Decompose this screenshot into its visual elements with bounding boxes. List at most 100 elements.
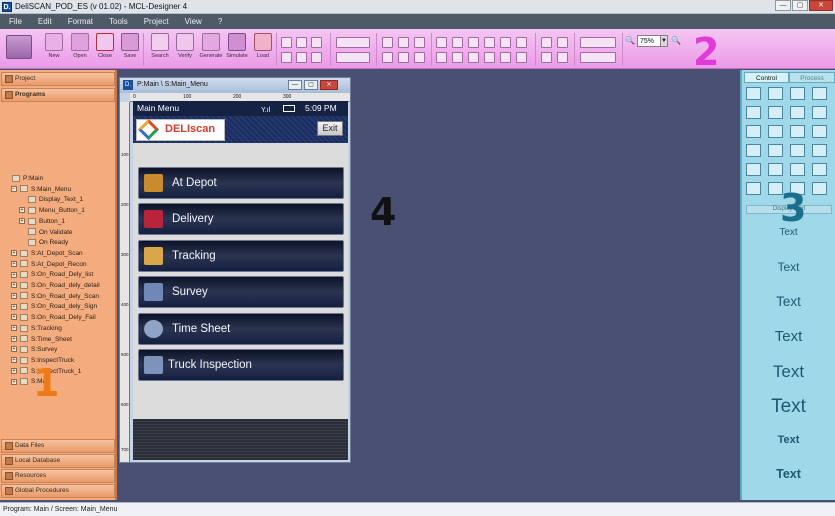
deliscan-logo[interactable]: DELIscan — [136, 118, 225, 141]
table-icon[interactable] — [580, 37, 616, 48]
expander-icon[interactable]: + — [11, 314, 17, 321]
zoom-in-icon[interactable]: 🔍 — [671, 36, 682, 47]
panel-icon[interactable] — [746, 87, 761, 100]
unlock-icon[interactable] — [557, 52, 568, 63]
label-icon[interactable] — [746, 125, 761, 138]
tree-screen-node[interactable]: + S:On_Road_dely_Sign — [11, 302, 97, 312]
undo-icon[interactable] — [281, 52, 292, 63]
menu-button-at-depot[interactable]: At Depot — [138, 167, 344, 199]
minimize-button[interactable]: — — [775, 0, 791, 11]
numeric-icon[interactable] — [812, 125, 827, 138]
align-center-icon[interactable] — [398, 37, 409, 48]
size-height-icon[interactable] — [452, 37, 463, 48]
picture-icon[interactable] — [768, 163, 783, 176]
device-window-titlebar[interactable]: D. P:Main \ S:Main_Menu — ▢ ✕ — [120, 78, 350, 93]
simulate-button[interactable]: Simulate — [223, 32, 251, 67]
close-file-button[interactable]: Close — [91, 32, 119, 67]
tree-screen-node[interactable]: + S:Time_Sheet — [11, 335, 72, 345]
zoom-out-icon[interactable]: 🔍 — [625, 36, 636, 47]
text-style-sample-bold[interactable]: Text — [742, 467, 835, 481]
tree-screen-node[interactable]: + S:At_Depot_Scan — [11, 249, 83, 259]
move-right-icon[interactable] — [452, 52, 463, 63]
menu-format[interactable]: Format — [60, 14, 101, 29]
size-both-icon[interactable] — [468, 37, 479, 48]
list-icon[interactable] — [790, 87, 805, 100]
exit-button[interactable]: Exit — [317, 121, 343, 136]
menu-icon[interactable] — [790, 144, 805, 157]
space-vertical-icon[interactable] — [500, 37, 511, 48]
radio-icon[interactable] — [812, 163, 827, 176]
lock-icon[interactable] — [541, 52, 552, 63]
option-icon[interactable] — [746, 144, 761, 157]
checkbox-icon[interactable] — [768, 125, 783, 138]
move-left-icon[interactable] — [436, 52, 447, 63]
redo-icon[interactable] — [296, 52, 307, 63]
button-icon[interactable] — [768, 87, 783, 100]
align-bottom-icon[interactable] — [414, 52, 425, 63]
menu-project[interactable]: Project — [136, 14, 177, 29]
expander-icon[interactable]: + — [11, 367, 17, 374]
text-style-sample[interactable]: Text — [742, 396, 835, 418]
size-width-icon[interactable] — [436, 37, 447, 48]
expander-icon[interactable]: + — [11, 250, 17, 257]
menu-view[interactable]: View — [177, 14, 210, 29]
align-middle-icon[interactable] — [398, 52, 409, 63]
expander-icon[interactable]: + — [11, 271, 17, 278]
tree-control-node[interactable]: + Menu_Button_1 — [19, 206, 85, 216]
align-group-icon[interactable] — [336, 37, 370, 48]
tree-screen-node[interactable]: + S:Survey — [11, 345, 57, 355]
text-style-sample[interactable]: Text — [742, 227, 835, 238]
new-button[interactable]: New — [40, 32, 68, 67]
expander-icon[interactable]: + — [11, 292, 17, 299]
bring-front-icon[interactable] — [541, 37, 552, 48]
expander-icon[interactable]: + — [11, 346, 17, 353]
menu-button-delivery[interactable]: Delivery — [138, 203, 344, 235]
expander-icon[interactable]: − — [11, 185, 17, 192]
open-button[interactable]: Open — [66, 32, 94, 67]
tree-control-node[interactable]: + Button_1 — [19, 217, 65, 227]
validate-icon[interactable] — [790, 163, 805, 176]
align-top-icon[interactable] — [382, 52, 393, 63]
space-horizontal-icon[interactable] — [484, 37, 495, 48]
menu-button-truck-inspection[interactable]: Truck Inspection — [138, 349, 344, 381]
copy-icon[interactable] — [296, 37, 307, 48]
slider-icon[interactable] — [746, 182, 761, 195]
text-style-sample[interactable]: Text — [742, 294, 835, 309]
tree-control-node[interactable]: On Ready — [19, 238, 68, 248]
expander-icon[interactable]: + — [11, 357, 17, 364]
expander-icon[interactable]: + — [11, 335, 17, 342]
expander-icon[interactable]: + — [19, 207, 25, 214]
clock-icon[interactable] — [812, 106, 827, 119]
close-button[interactable]: ✕ — [809, 0, 833, 11]
combo-icon[interactable] — [812, 182, 827, 195]
center-icon[interactable] — [516, 37, 527, 48]
verify-button[interactable]: Verify — [171, 32, 199, 67]
text-style-sample[interactable]: Text — [742, 328, 835, 345]
menu-file[interactable]: File — [0, 14, 30, 29]
tree-screen-node[interactable]: + S:On_Road_Dely_Fail — [11, 313, 96, 323]
expander-icon[interactable]: + — [11, 378, 17, 385]
section-resources[interactable]: Resources — [1, 469, 115, 483]
text-style-sample[interactable]: Text — [742, 362, 835, 382]
tree-screen-node[interactable]: + S:At_Depot_Recon — [11, 260, 87, 270]
section-global-procedures[interactable]: Global Procedures — [1, 484, 115, 498]
menu-tools[interactable]: Tools — [101, 14, 136, 29]
expander-icon[interactable]: + — [11, 260, 17, 267]
snap-icon[interactable] — [500, 52, 511, 63]
device-minimize-button[interactable]: — — [288, 80, 302, 90]
tree-program-node[interactable]: P:Main — [3, 174, 43, 184]
section-project[interactable]: Project — [1, 72, 115, 86]
font-icon[interactable] — [768, 144, 783, 157]
save-button[interactable]: Save — [116, 32, 144, 67]
expander-icon[interactable]: + — [11, 303, 17, 310]
tree-control-node[interactable]: Display_Text_1 — [19, 195, 83, 205]
tree-screen-node[interactable]: + S:On_Road_Dely_list — [11, 270, 93, 280]
tab-control[interactable]: Control — [744, 72, 789, 83]
expander-icon[interactable]: + — [11, 325, 17, 332]
tree-screen-node[interactable]: − S:Main_Menu — [11, 185, 71, 195]
load-button[interactable]: Load — [249, 32, 277, 67]
menu-button-survey[interactable]: Survey — [138, 276, 344, 308]
text-style-sample[interactable]: Text — [742, 260, 835, 274]
menu-edit[interactable]: Edit — [30, 14, 60, 29]
search-button[interactable]: Search — [146, 32, 174, 67]
